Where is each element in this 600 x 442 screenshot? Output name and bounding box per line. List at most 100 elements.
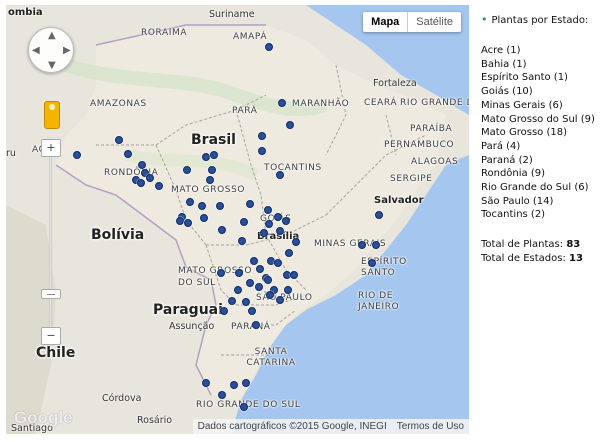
plant-marker[interactable]: [286, 121, 294, 129]
plant-marker[interactable]: [265, 220, 273, 228]
plant-marker[interactable]: [115, 136, 123, 144]
plant-marker[interactable]: [218, 391, 226, 399]
plant-marker[interactable]: [264, 276, 272, 284]
plant-marker[interactable]: [202, 153, 210, 161]
total-states-label: Total de Estados:: [481, 252, 566, 264]
state-list-item: Mato Grosso do Sul (9): [481, 113, 595, 125]
total-plants-label: Total de Plantas:: [481, 239, 564, 251]
plant-marker[interactable]: [260, 229, 268, 237]
plant-marker[interactable]: [278, 99, 286, 107]
plant-marker[interactable]: [282, 217, 290, 225]
state-list: Acre (1) Bahia (1) Espírito Santo (1) Go…: [481, 44, 598, 222]
plant-marker[interactable]: [186, 198, 194, 206]
plant-marker[interactable]: [238, 237, 246, 245]
plant-marker[interactable]: [230, 381, 238, 389]
plant-marker[interactable]: [210, 151, 218, 159]
map-type-map-button[interactable]: Mapa: [363, 12, 409, 32]
plant-marker[interactable]: [285, 249, 293, 257]
zoom-in-button[interactable]: +: [41, 139, 61, 157]
state-list-item: Rio Grande do Sul (6): [481, 182, 589, 194]
plant-marker[interactable]: [242, 379, 250, 387]
plant-marker[interactable]: [240, 218, 248, 226]
pan-right-icon[interactable]: ▶: [63, 46, 71, 56]
plant-marker[interactable]: [256, 265, 264, 273]
plant-marker[interactable]: [252, 321, 260, 329]
plant-marker[interactable]: [368, 259, 376, 267]
state-list-item: Bahia (1): [481, 58, 527, 70]
total-plants: Total de Plantas: 83: [481, 238, 598, 252]
plant-marker[interactable]: [292, 238, 300, 246]
plant-marker[interactable]: [258, 147, 266, 155]
plant-marker[interactable]: [217, 269, 225, 277]
zoom-slider-thumb[interactable]: [41, 289, 61, 299]
basemap: [6, 5, 469, 434]
plant-marker[interactable]: [198, 202, 206, 210]
plant-marker[interactable]: [266, 291, 274, 299]
state-list-item: Minas Gerais (6): [481, 99, 563, 111]
plant-marker[interactable]: [284, 286, 292, 294]
plant-marker[interactable]: [138, 161, 146, 169]
plant-marker[interactable]: [255, 283, 263, 291]
plant-marker[interactable]: [276, 227, 284, 235]
plant-marker[interactable]: [276, 296, 284, 304]
plant-marker[interactable]: [258, 132, 266, 140]
state-list-item: Goiás (10): [481, 86, 533, 98]
zoom-out-button[interactable]: −: [41, 327, 61, 345]
state-list-item: Paraná (2): [481, 154, 533, 166]
plant-marker[interactable]: [250, 257, 258, 265]
map-type-control: Mapa Satélite: [363, 12, 461, 32]
state-list-item: Pará (4): [481, 140, 521, 152]
plant-marker[interactable]: [220, 307, 228, 315]
plant-marker[interactable]: [73, 151, 81, 159]
state-list-item: Espírito Santo (1): [481, 72, 568, 84]
plant-marker[interactable]: [184, 219, 192, 227]
plant-marker[interactable]: [208, 166, 216, 174]
plant-marker[interactable]: [176, 217, 184, 225]
plant-marker[interactable]: [246, 279, 254, 287]
bullet-icon: •: [481, 13, 488, 26]
plant-marker[interactable]: [234, 286, 242, 294]
plant-marker[interactable]: [202, 379, 210, 387]
plant-marker[interactable]: [183, 166, 191, 174]
plant-marker[interactable]: [137, 179, 145, 187]
plant-marker[interactable]: [276, 171, 284, 179]
pan-control[interactable]: ▲ ▼ ◀ ▶: [28, 27, 74, 73]
plant-marker[interactable]: [155, 182, 163, 190]
plant-marker[interactable]: [375, 211, 383, 219]
pan-left-icon[interactable]: ◀: [32, 46, 40, 56]
total-states: Total de Estados: 13: [481, 252, 598, 266]
map-type-satellite-button[interactable]: Satélite: [408, 12, 461, 32]
attribution-text: Dados cartográficos ©2015 Google, INEGI: [192, 419, 392, 434]
state-list-item: Tocantins (2): [481, 209, 546, 221]
plant-marker[interactable]: [242, 298, 250, 306]
plant-marker[interactable]: [358, 241, 366, 249]
plant-marker[interactable]: [240, 403, 248, 411]
plant-marker[interactable]: [264, 206, 272, 214]
legend-title-text: Plantas por Estado:: [491, 15, 589, 26]
plant-marker[interactable]: [235, 269, 243, 277]
street-view-pegman-icon[interactable]: [44, 101, 60, 129]
zoom-slider-track[interactable]: [49, 153, 52, 338]
plant-marker[interactable]: [274, 259, 282, 267]
plant-marker[interactable]: [200, 214, 208, 222]
terms-of-use-link[interactable]: Termos de Uso: [391, 419, 469, 434]
plant-marker[interactable]: [146, 174, 154, 182]
state-list-item: São Paulo (14): [481, 195, 554, 207]
plant-marker[interactable]: [218, 226, 226, 234]
plant-marker[interactable]: [274, 213, 282, 221]
state-list-item: Rondônia (9): [481, 168, 546, 180]
plant-marker[interactable]: [265, 43, 273, 51]
plant-marker[interactable]: [246, 200, 254, 208]
state-list-item: Acre (1): [481, 45, 521, 56]
plant-marker[interactable]: [228, 297, 236, 305]
plant-marker[interactable]: [290, 271, 298, 279]
plant-marker[interactable]: [124, 150, 132, 158]
map-canvas[interactable]: ombia Suriname RORAIMA AMAPÁ AMAZONAS PA…: [6, 5, 469, 434]
plant-marker[interactable]: [216, 202, 224, 210]
total-states-value: 13: [569, 252, 583, 264]
plant-marker[interactable]: [372, 241, 380, 249]
plant-marker[interactable]: [248, 307, 256, 315]
plant-marker[interactable]: [206, 176, 214, 184]
pan-up-icon[interactable]: ▲: [48, 31, 56, 41]
pan-down-icon[interactable]: ▼: [48, 61, 56, 71]
